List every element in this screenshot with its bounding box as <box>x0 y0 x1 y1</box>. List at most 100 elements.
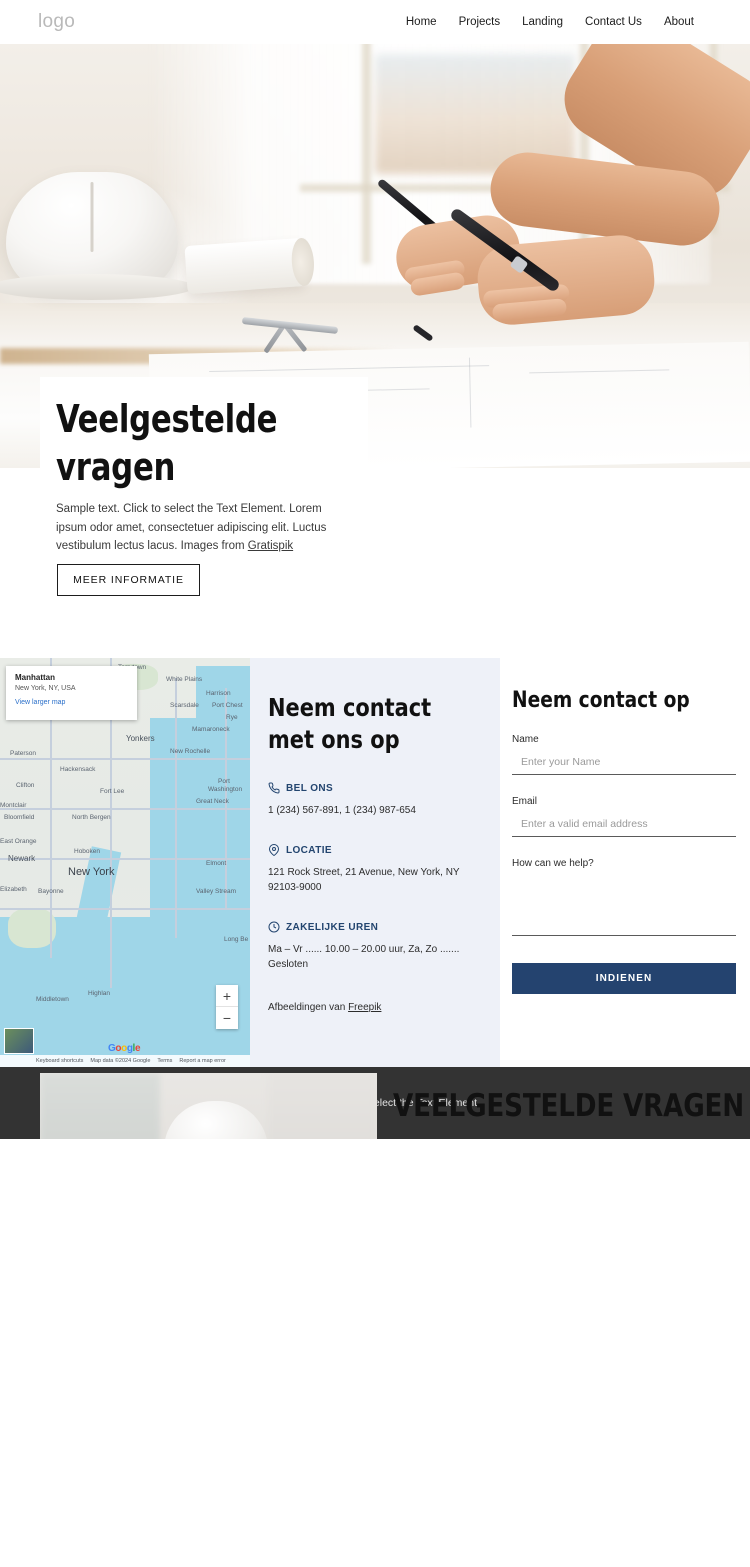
photo-background <box>267 1073 377 1139</box>
form-title: Neem contact op <box>512 688 690 713</box>
map-label: Elmont <box>206 860 227 867</box>
map-place-name: Manhattan <box>15 673 55 682</box>
contact-location-heading: LOCATIE <box>268 844 476 856</box>
faq-heading: VEELGESTELDE VRAGEN <box>393 1088 745 1124</box>
map-label: Montclair <box>0 802 27 809</box>
email-label: Email <box>512 796 538 807</box>
map-label: Mamaroneck <box>192 726 230 733</box>
main-navigation: Home Projects Landing Contact Us About <box>406 16 694 28</box>
map-label: Clifton <box>16 782 35 789</box>
map-label: Hackensack <box>60 766 96 773</box>
map-label: Bloomfield <box>4 814 35 821</box>
map-road <box>175 678 177 938</box>
map-zoom-in-button[interactable]: + <box>216 985 238 1007</box>
submit-button[interactable]: INDIENEN <box>512 963 736 994</box>
meer-informatie-button[interactable]: MEER INFORMATIE <box>57 564 200 596</box>
map-terms-link[interactable]: Terms <box>157 1058 172 1064</box>
map-label: Valley Stream <box>196 888 236 895</box>
architect-photo <box>40 1073 377 1139</box>
map-label: Hoboken <box>74 848 101 855</box>
name-label: Name <box>512 734 539 745</box>
map-label: Harrison <box>206 690 231 697</box>
map-label: Washington <box>208 786 243 793</box>
map-satellite-thumbnail[interactable] <box>4 1028 34 1054</box>
message-label: How can we help? <box>512 858 594 869</box>
contact-section: Manhattan New York, NY, USA View larger … <box>0 658 750 1067</box>
nav-item-landing[interactable]: Landing <box>522 16 563 28</box>
contact-location-value: 121 Rock Street, 21 Avenue, New York, NY… <box>268 867 460 893</box>
map-label: White Plains <box>166 676 203 683</box>
contact-location-block: LOCATIE 121 Rock Street, 21 Avenue, New … <box>268 844 476 895</box>
hero-section: Veelgestelde vragen Sample text. Click t… <box>0 44 750 596</box>
page-root: logo Home Projects Landing Contact Us Ab… <box>0 0 750 1139</box>
gratispik-link[interactable]: Gratispik <box>248 540 293 552</box>
rolled-plans <box>184 237 306 295</box>
freepik-link[interactable]: Freepik <box>348 1002 381 1013</box>
map-label: New York <box>68 866 115 878</box>
map-label: Long Be <box>224 936 249 943</box>
map-data-credit: Map data ©2024 Google <box>90 1058 151 1064</box>
contact-info-panel: Neem contact met ons op BEL ONS 1 (234) … <box>250 658 500 1067</box>
drafting-compass <box>241 317 339 354</box>
image-credit: Afbeeldingen van Freepik <box>268 1002 476 1013</box>
window-mullion <box>362 44 371 264</box>
map-zoom-out-button[interactable]: − <box>216 1007 238 1029</box>
contact-hours-block: ZAKELIJKE UREN Ma – Vr ...... 10.00 – 20… <box>268 921 476 972</box>
faq-content: VEELGESTELDE VRAGEN Sample text. Click t… <box>393 1088 745 1139</box>
map-road <box>0 758 250 760</box>
email-field-group: Email <box>512 796 746 837</box>
nav-item-contact-us[interactable]: Contact Us <box>585 16 642 28</box>
map-label: Great Neck <box>196 798 229 805</box>
map-info-card: Manhattan New York, NY, USA View larger … <box>6 666 137 720</box>
clock-icon <box>268 921 280 933</box>
map-label: North Bergen <box>72 814 111 821</box>
name-input[interactable] <box>512 752 736 775</box>
nav-item-about[interactable]: About <box>664 16 694 28</box>
photo-background <box>40 1073 160 1139</box>
map-attribution-bar: Keyboard shortcuts Map data ©2024 Google… <box>0 1055 250 1067</box>
site-logo[interactable]: logo <box>38 11 75 33</box>
map-road <box>0 808 250 810</box>
map-label: Highlan <box>88 990 111 997</box>
contact-hours-label: ZAKELIJKE UREN <box>286 921 379 933</box>
map-label: Port <box>218 778 230 785</box>
white-hard-hat <box>164 1101 268 1139</box>
contact-phone-block: BEL ONS 1 (234) 567-891, 1 (234) 987-654 <box>268 782 476 818</box>
site-header: logo Home Projects Landing Contact Us Ab… <box>0 0 750 44</box>
map-label: Scarsdale <box>170 702 199 709</box>
contact-phone-value: 1 (234) 567-891, 1 (234) 987-654 <box>268 805 416 816</box>
map-keyboard-shortcuts[interactable]: Keyboard shortcuts <box>36 1058 83 1064</box>
hero-description: Sample text. Click to select the Text El… <box>56 500 346 556</box>
map-label: Paterson <box>10 750 37 757</box>
nav-item-projects[interactable]: Projects <box>459 16 501 28</box>
view-larger-map-link[interactable]: View larger map <box>15 699 128 706</box>
nav-item-home[interactable]: Home <box>406 16 437 28</box>
hard-hat <box>0 172 194 300</box>
contact-phone-heading: BEL ONS <box>268 782 476 794</box>
google-logo: Google <box>108 1043 141 1054</box>
map-label: Bayonne <box>38 888 64 895</box>
map-report-error-link[interactable]: Report a map error <box>179 1058 225 1064</box>
hero-title: Veelgestelde vragen <box>56 397 278 489</box>
hard-hat-rib <box>90 182 94 252</box>
blueprint-line <box>529 369 670 374</box>
contact-hours-value: Ma – Vr ...... 10.00 – 20.00 uur, Za, Zo… <box>268 944 460 970</box>
blueprint-line <box>468 357 472 428</box>
map-place-address: New York, NY, USA <box>15 685 76 692</box>
map-label: Rye <box>226 714 238 721</box>
map-label: Fort Lee <box>100 788 125 795</box>
location-pin-icon <box>268 844 280 856</box>
message-field-group: How can we help? <box>512 858 746 941</box>
image-credit-text: Afbeeldingen van <box>268 1002 349 1013</box>
contact-phone-label: BEL ONS <box>286 782 334 794</box>
phone-icon <box>268 782 280 794</box>
map-label: East Orange <box>0 838 37 845</box>
map-label: Yonkers <box>126 734 155 743</box>
google-map[interactable]: Manhattan New York, NY, USA View larger … <box>0 658 250 1067</box>
map-label: Newark <box>8 854 36 863</box>
message-textarea[interactable] <box>512 876 736 936</box>
faq-subtitle: Sample text. Click to select the text bo… <box>393 1138 693 1139</box>
contact-form-panel: Neem contact op Name Email How can we he… <box>500 658 750 1067</box>
email-input[interactable] <box>512 814 736 837</box>
map-label: Port Chest <box>212 702 243 709</box>
